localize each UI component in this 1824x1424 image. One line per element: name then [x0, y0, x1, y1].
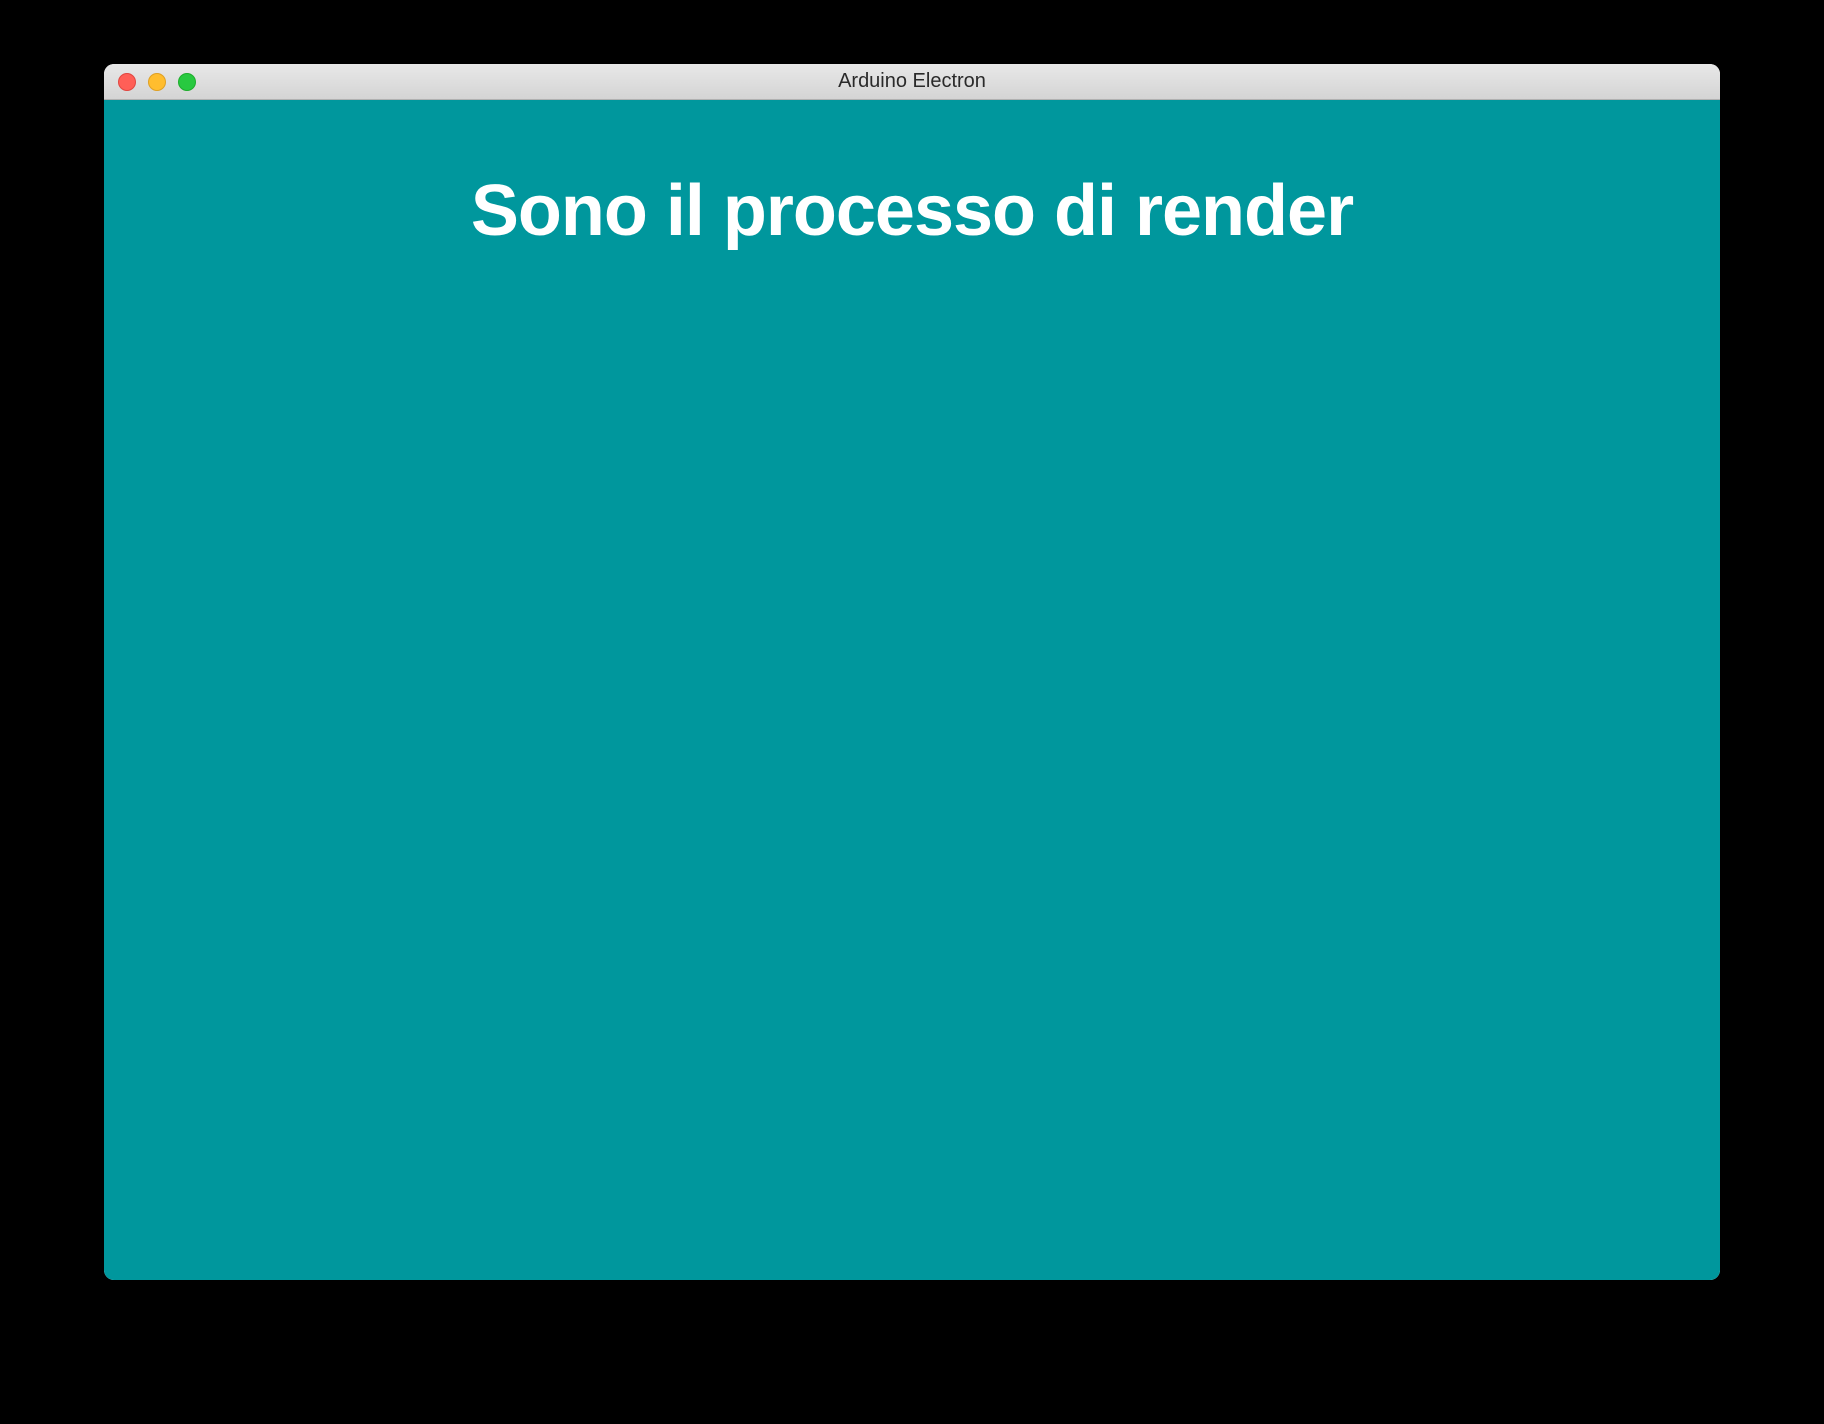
window-title: Arduino Electron	[104, 70, 1720, 93]
traffic-lights	[104, 73, 196, 91]
close-button[interactable]	[118, 73, 136, 91]
maximize-button[interactable]	[178, 73, 196, 91]
window-content: Sono il processo di render	[104, 100, 1720, 1280]
minimize-button[interactable]	[148, 73, 166, 91]
application-window: Arduino Electron Sono il processo di ren…	[104, 64, 1720, 1280]
window-titlebar[interactable]: Arduino Electron	[104, 64, 1720, 100]
main-heading: Sono il processo di render	[104, 170, 1720, 252]
